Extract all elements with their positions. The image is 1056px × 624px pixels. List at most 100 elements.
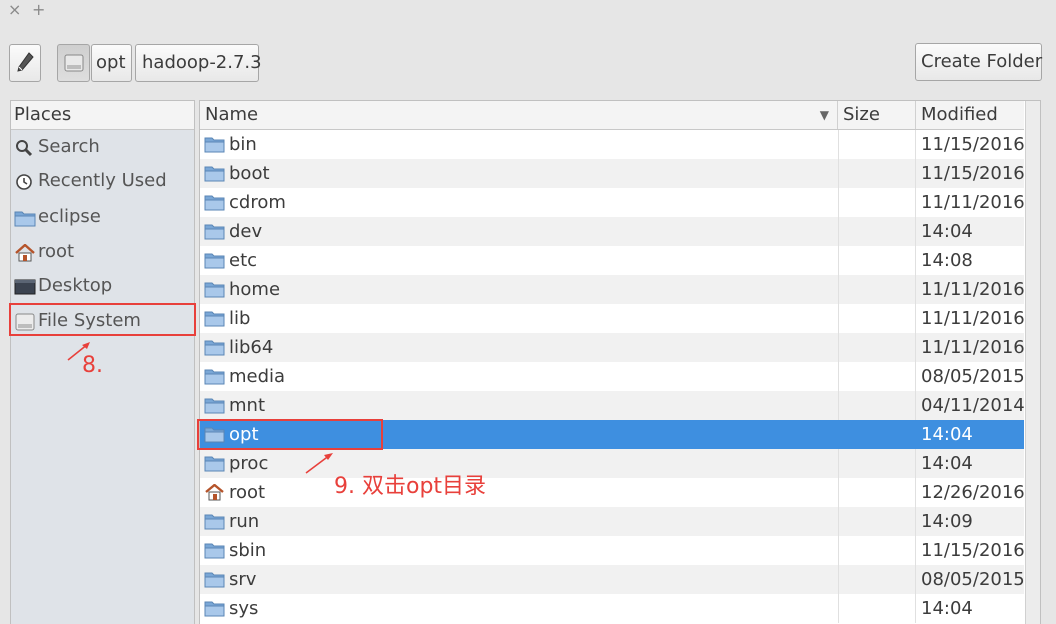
places-header: Places: [11, 101, 194, 130]
cell-size: [838, 159, 916, 188]
table-row[interactable]: lib64 11/11/2016: [200, 333, 1025, 362]
folder-icon: [204, 514, 225, 530]
vertical-scrollbar[interactable]: [1025, 101, 1040, 624]
file-name: etc: [229, 250, 258, 271]
cell-modified: 14:04: [921, 598, 973, 619]
cell-modified: 14:04: [921, 424, 973, 445]
table-row[interactable]: media 08/05/2015: [200, 362, 1025, 391]
table-row[interactable]: boot 11/15/2016: [200, 159, 1025, 188]
breadcrumb-hadoop[interactable]: hadoop-2.7.3: [135, 44, 262, 82]
column-header-name[interactable]: Name ▼: [200, 101, 838, 129]
cell-modified: 11/11/2016: [921, 308, 1025, 329]
search-icon: [16, 140, 33, 157]
cell-name: dev: [200, 217, 838, 246]
cell-name: home: [200, 275, 838, 304]
sidebar-item-eclipse[interactable]: eclipse: [11, 200, 194, 234]
cell-modified: 11/15/2016: [921, 134, 1025, 155]
clock-icon: [16, 174, 32, 190]
folder-icon: [204, 572, 225, 588]
desktop-icon: [14, 279, 36, 295]
cell-size: [838, 565, 916, 594]
cell-modified: 08/05/2015: [921, 569, 1025, 590]
cell-name: sys: [200, 594, 838, 623]
table-row[interactable]: srv 08/05/2015: [200, 565, 1025, 594]
table-row[interactable]: root 12/26/2016: [200, 478, 1025, 507]
cell-size: [838, 362, 916, 391]
table-row[interactable]: run 14:09: [200, 507, 1024, 536]
cell-modified: 04/11/2014: [921, 395, 1025, 416]
breadcrumb-opt[interactable]: opt: [91, 44, 132, 82]
annotation-step-9: 9. 双击opt目录: [334, 474, 487, 499]
file-name: mnt: [229, 395, 265, 416]
folder-icon: [204, 311, 225, 327]
file-list: Name ▼ Size Modified bin 11/15/2016 boot 11…: [199, 100, 1041, 624]
sidebar-item-desktop[interactable]: Desktop: [11, 269, 194, 303]
table-row[interactable]: lib 11/11/2016: [200, 304, 1025, 333]
cell-name: lib64: [200, 333, 838, 362]
cell-size: [838, 507, 916, 536]
column-header-modified[interactable]: Modified: [916, 101, 1024, 129]
cell-size: [838, 478, 916, 507]
add-tab-icon[interactable]: +: [32, 0, 45, 20]
cell-name: srv: [200, 565, 838, 594]
cell-name: proc: [200, 449, 838, 478]
home-icon: [15, 244, 35, 262]
column-name-label: Name: [205, 104, 259, 125]
sidebar-item-recently-used[interactable]: Recently Used: [11, 164, 194, 198]
file-name: lib64: [229, 337, 274, 358]
table-row[interactable]: sbin 11/15/2016: [200, 536, 1025, 565]
home-icon: [205, 484, 224, 501]
file-name: lib: [229, 308, 251, 329]
close-icon[interactable]: ×: [8, 0, 21, 20]
cell-name: boot: [200, 159, 838, 188]
table-row[interactable]: cdrom 11/11/2016: [200, 188, 1025, 217]
table-row[interactable]: etc 14:08: [200, 246, 1024, 275]
sort-down-icon: ▼: [819, 108, 829, 122]
sidebar-item-label: root: [38, 241, 75, 262]
table-row[interactable]: sys 14:04: [200, 594, 1024, 623]
sidebar-item-label: Recently Used: [38, 170, 167, 191]
file-name: cdrom: [229, 192, 286, 213]
folder-icon: [204, 195, 225, 211]
cell-modified: 14:04: [921, 221, 973, 242]
cell-modified: 11/11/2016: [921, 192, 1025, 213]
breadcrumb-root-button[interactable]: [57, 44, 90, 82]
table-row[interactable]: home 11/11/2016: [200, 275, 1025, 304]
table-row[interactable]: dev 14:04: [200, 217, 1024, 246]
cell-name: media: [200, 362, 838, 391]
edit-location-button[interactable]: [9, 44, 41, 82]
cell-size: [838, 391, 916, 420]
file-name: media: [229, 366, 286, 387]
file-name: home: [229, 279, 281, 300]
cell-modified: 12/26/2016: [921, 482, 1025, 503]
create-folder-button[interactable]: Create Folder: [915, 43, 1042, 81]
cell-name: sbin: [200, 536, 838, 565]
cell-size: [838, 333, 916, 362]
file-name: srv: [229, 569, 257, 590]
file-name: dev: [229, 221, 263, 242]
cell-name: etc: [200, 246, 838, 275]
cell-size: [838, 246, 916, 275]
cell-size: [838, 275, 916, 304]
file-list-header: Name ▼ Size Modified: [200, 101, 1024, 130]
sidebar-item-root[interactable]: root: [11, 235, 194, 269]
column-header-size[interactable]: Size: [838, 101, 916, 129]
annotation-step-8: 8.: [82, 353, 103, 378]
table-row[interactable]: bin 11/15/2016: [200, 130, 1025, 159]
cell-name: mnt: [200, 391, 838, 420]
sidebar-item-search[interactable]: Search: [11, 130, 194, 164]
file-name: boot: [229, 163, 270, 184]
folder-icon: [204, 224, 225, 240]
file-name: run: [229, 511, 260, 532]
drive-icon: [64, 54, 84, 72]
cell-size: [838, 188, 916, 217]
file-name: root: [229, 482, 266, 503]
table-row[interactable]: mnt 04/11/2014: [200, 391, 1025, 420]
annotation-box-file-system: [9, 303, 196, 336]
sidebar-item-label: Desktop: [38, 275, 113, 296]
tab-bar: × +: [0, 0, 1056, 22]
folder-icon: [204, 543, 225, 559]
cell-size: [838, 304, 916, 333]
cell-size: [838, 594, 916, 623]
cell-modified: 11/11/2016: [921, 279, 1025, 300]
